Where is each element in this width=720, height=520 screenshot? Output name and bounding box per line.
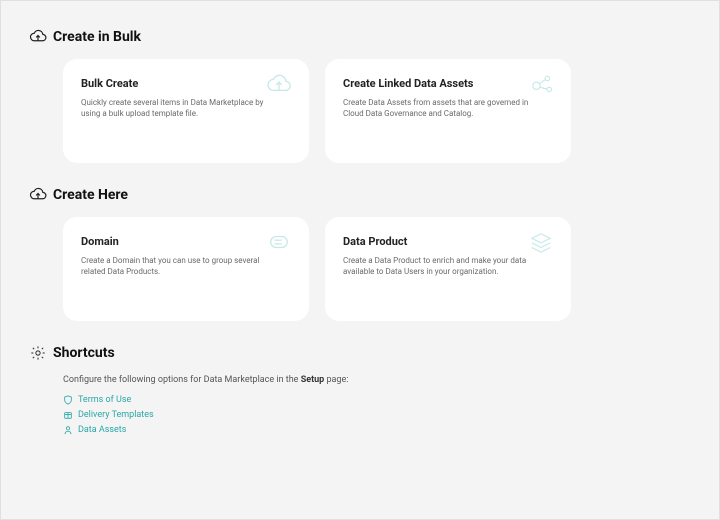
- card-description: Create Data Assets from assets that are …: [343, 98, 543, 120]
- card-description: Create a Data Product to enrich and make…: [343, 256, 543, 278]
- card-title: Domain: [81, 235, 291, 248]
- section-shortcuts: Shortcuts Configure the following option…: [29, 345, 691, 435]
- card-description: Create a Domain that you can use to grou…: [81, 256, 281, 278]
- cloud-upload-icon: [29, 29, 47, 45]
- card-row-create-in-bulk: Bulk Create Quickly create several items…: [63, 59, 691, 163]
- link-label: Data Assets: [78, 425, 126, 435]
- shortcuts-subtitle-pre: Configure the following options for Data…: [63, 375, 301, 385]
- layers-icon: [527, 231, 555, 253]
- shortcuts-subtitle: Configure the following options for Data…: [63, 375, 691, 385]
- section-header-create-here: Create Here: [29, 187, 691, 203]
- card-title: Create Linked Data Assets: [343, 77, 553, 90]
- card-title: Bulk Create: [81, 77, 291, 90]
- link-delivery-templates[interactable]: Delivery Templates: [63, 410, 691, 420]
- section-header-create-in-bulk: Create in Bulk: [29, 29, 691, 45]
- cloud-upload-icon: [265, 73, 293, 95]
- shortcuts-subtitle-bold: Setup: [301, 375, 325, 385]
- link-label: Terms of Use: [78, 395, 131, 405]
- link-terms-of-use[interactable]: Terms of Use: [63, 395, 691, 405]
- card-domain[interactable]: Domain Create a Domain that you can use …: [63, 217, 309, 321]
- cloud-upload-icon: [29, 187, 47, 203]
- card-row-create-here: Domain Create a Domain that you can use …: [63, 217, 691, 321]
- section-title: Create Here: [53, 187, 128, 203]
- card-description: Quickly create several items in Data Mar…: [81, 98, 281, 120]
- card-create-linked-data-assets[interactable]: Create Linked Data Assets Create Data As…: [325, 59, 571, 163]
- package-icon: [63, 410, 73, 420]
- network-icon: [527, 73, 555, 95]
- section-title: Create in Bulk: [53, 29, 141, 45]
- section-create-in-bulk: Create in Bulk Bulk Create Quickly creat…: [29, 29, 691, 163]
- gear-icon: [29, 345, 47, 361]
- tag-icon: [265, 231, 293, 253]
- card-bulk-create[interactable]: Bulk Create Quickly create several items…: [63, 59, 309, 163]
- card-data-product[interactable]: Data Product Create a Data Product to en…: [325, 217, 571, 321]
- section-create-here: Create Here Domain Create a Domain that …: [29, 187, 691, 321]
- section-title: Shortcuts: [53, 345, 115, 361]
- card-title: Data Product: [343, 235, 553, 248]
- shield-icon: [63, 395, 73, 405]
- shortcuts-subtitle-post: page:: [324, 375, 348, 385]
- link-label: Delivery Templates: [78, 410, 154, 420]
- section-header-shortcuts: Shortcuts: [29, 345, 691, 361]
- person-icon: [63, 425, 73, 435]
- link-data-assets[interactable]: Data Assets: [63, 425, 691, 435]
- shortcuts-link-list: Terms of Use Delivery Templates Data Ass…: [63, 395, 691, 435]
